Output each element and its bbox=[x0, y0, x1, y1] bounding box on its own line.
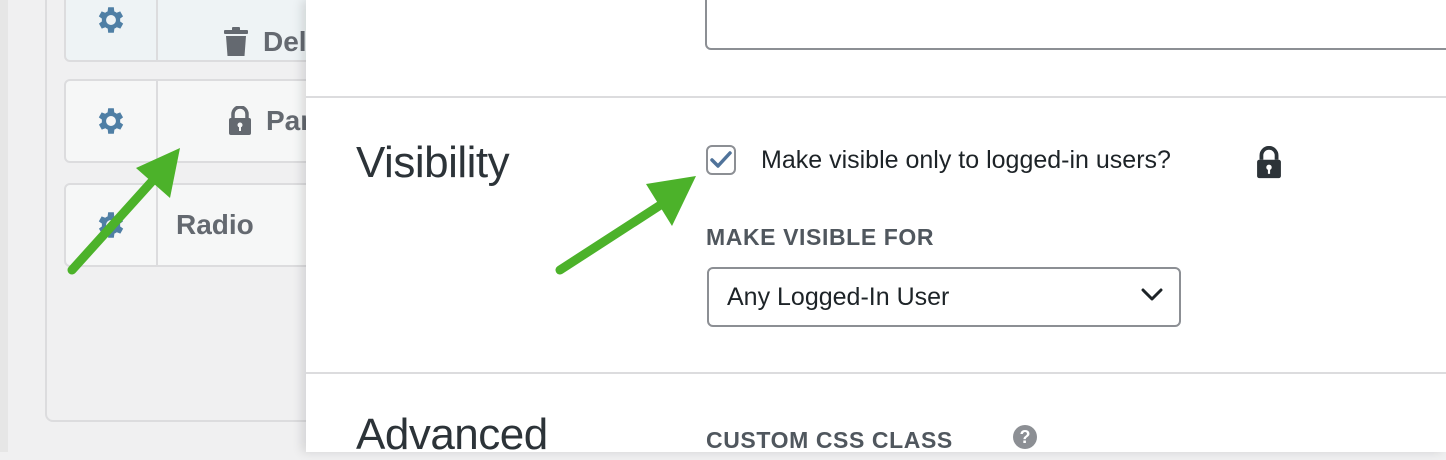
left-edge bbox=[0, 0, 8, 452]
select-value: Any Logged-In User bbox=[727, 282, 950, 311]
visibility-section-title: Visibility bbox=[356, 138, 510, 187]
gear-icon bbox=[98, 108, 124, 134]
field-settings-button[interactable] bbox=[66, 81, 158, 161]
description-textarea[interactable] bbox=[705, 0, 1446, 50]
make-visible-for-label: MAKE VISIBLE FOR bbox=[706, 224, 935, 250]
chevron-down-icon bbox=[1141, 288, 1163, 301]
lock-icon bbox=[228, 106, 252, 136]
make-visible-for-select[interactable]: Any Logged-In User bbox=[707, 267, 1181, 327]
advanced-section-title: Advanced bbox=[356, 410, 548, 459]
custom-css-class-label: CUSTOM CSS CLASS bbox=[706, 427, 953, 453]
field-list-pane: Delete Parag Radio bbox=[0, 0, 364, 452]
field-settings-modal: Visibility Make visible only to logged-i… bbox=[306, 0, 1446, 459]
section-divider bbox=[306, 96, 1446, 98]
logged-in-only-label[interactable]: Make visible only to logged-in users? bbox=[761, 146, 1171, 175]
field-settings-button[interactable] bbox=[66, 0, 158, 60]
field-settings-button[interactable] bbox=[66, 185, 158, 265]
help-icon[interactable]: ? bbox=[1013, 425, 1037, 449]
gear-icon bbox=[98, 212, 124, 238]
trash-icon bbox=[223, 27, 249, 57]
checkmark-icon bbox=[710, 151, 732, 168]
field-label-radio: Radio bbox=[176, 209, 254, 240]
lock-icon bbox=[1256, 146, 1282, 185]
logged-in-only-checkbox[interactable] bbox=[706, 145, 736, 175]
section-divider bbox=[306, 372, 1446, 374]
gear-icon bbox=[98, 7, 124, 33]
